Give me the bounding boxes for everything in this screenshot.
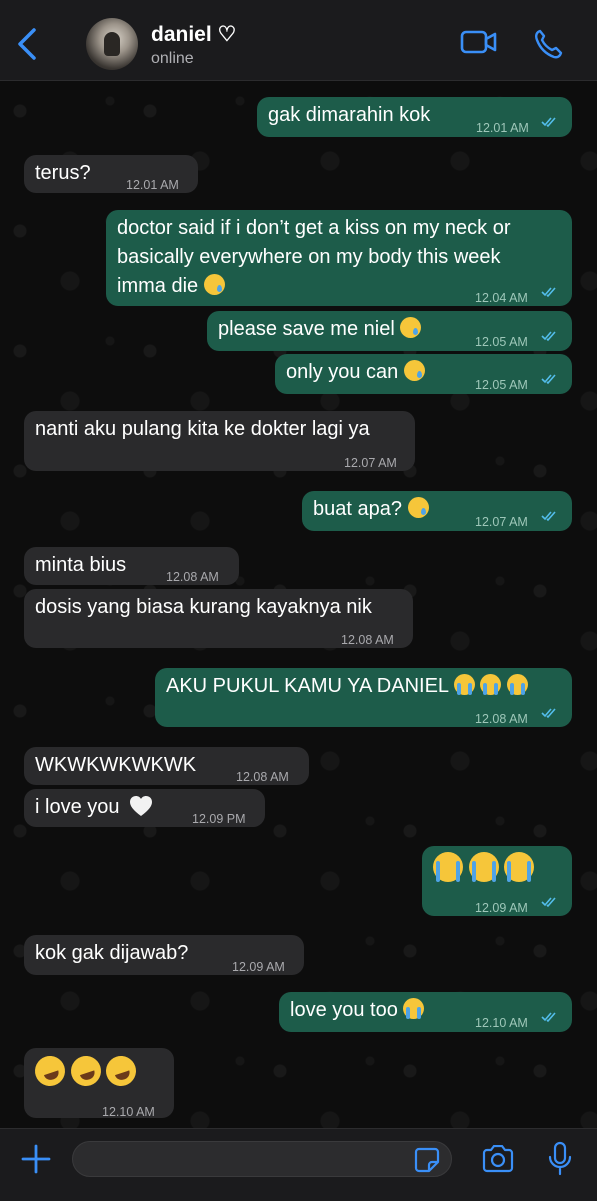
read-receipt-icon [541,117,556,128]
message-bubble-incoming[interactable]: terus? 12.01 AM [24,155,198,193]
message-text: buat apa? [313,498,402,520]
message-time: 12.05 AM [475,378,528,392]
message-text: gak dimarahin kok [268,104,431,126]
message-text: dosis yang biasa kurang kayaknya nik [35,596,372,618]
crying-face-icon [400,317,422,338]
phone-icon[interactable] [533,28,563,60]
message-text: i love you [35,796,120,818]
message-text-line: basically everywhere on my body this wee… [117,246,501,268]
crying-face-icon [403,360,425,381]
message-bubble-outgoing[interactable]: doctor said if i don’t get a kiss on my … [106,210,572,306]
message-time: 12.09 PM [192,812,246,826]
message-time: 12.09 AM [475,901,528,915]
message-bubble-incoming[interactable]: nanti aku pulang kita ke dokter lagi ya … [24,411,415,471]
message-bubble-incoming[interactable]: minta bius 12.08 AM [24,547,239,585]
message-text: please save me niel [218,318,395,340]
rolling-on-floor-laughing-icon [102,1052,141,1090]
white-heart-icon [130,796,153,816]
message-bubble-incoming[interactable]: i love you 12.09 PM [24,789,265,827]
read-receipt-icon [541,897,556,908]
message-time: 12.07 AM [475,515,528,529]
message-time: 12.10 AM [102,1105,155,1119]
message-text: kok gak dijawab? [35,942,189,964]
read-receipt-icon [541,708,556,719]
message-time: 12.05 AM [475,335,528,349]
message-input-bar [0,1128,597,1201]
contact-name[interactable]: daniel ♡ [151,22,236,47]
microphone-icon[interactable] [547,1141,573,1177]
message-text: minta bius [35,554,127,576]
loudly-crying-face-icon [403,998,425,1019]
back-chevron-icon[interactable] [14,26,42,62]
read-receipt-icon [541,374,556,385]
read-receipt-icon [541,287,556,298]
message-time: 12.08 AM [166,570,219,584]
message-time: 12.07 AM [344,456,397,470]
message-time: 12.10 AM [475,1016,528,1030]
loudly-crying-face-icon [468,852,499,882]
message-bubble-incoming[interactable]: kok gak dijawab? 12.09 AM [24,935,304,975]
loudly-crying-face-icon [504,852,535,882]
read-receipt-icon [541,331,556,342]
message-text: terus? [35,162,91,184]
message-bubble-incoming[interactable]: WKWKWKWKWK 12.08 AM [24,747,309,785]
chat-area[interactable]: gak dimarahin kok 12.01 AM terus? 12.01 … [0,81,597,1128]
message-bubble-outgoing[interactable]: gak dimarahin kok 12.01 AM [257,97,572,137]
message-text: nanti aku pulang kita ke dokter lagi ya [35,418,370,440]
message-bubble-incoming[interactable]: 12.10 AM [24,1048,174,1119]
chat-header: daniel ♡ online [0,0,597,81]
message-time: 12.01 AM [476,121,529,135]
message-bubble-outgoing[interactable]: buat apa? 12.07 AM [302,491,572,531]
loudly-crying-face-icon [480,674,502,695]
message-bubble-outgoing[interactable]: only you can 12.05 AM [275,354,572,394]
message-bubble-outgoing[interactable]: AKU PUKUL KAMU YA DANIEL 12.08 AM [155,668,572,727]
camera-icon[interactable] [481,1145,515,1173]
message-time: 12.09 AM [232,960,285,974]
loudly-crying-face-icon [507,674,529,695]
message-text: AKU PUKUL KAMU YA DANIEL [166,675,449,697]
loudly-crying-face-icon [453,674,475,695]
rolling-on-floor-laughing-icon [66,1052,105,1090]
message-text-line: doctor said if i don’t get a kiss on my … [117,217,511,239]
rolling-on-floor-laughing-icon [31,1052,69,1090]
loudly-crying-face-icon [433,852,463,882]
message-input[interactable] [72,1141,452,1177]
video-call-icon[interactable] [460,28,498,56]
sticker-icon[interactable] [414,1147,440,1173]
message-bubble-outgoing[interactable]: please save me niel 12.05 AM [207,311,572,351]
message-bubble-incoming[interactable]: dosis yang biasa kurang kayaknya nik 12.… [24,589,413,648]
crying-face-icon [407,497,429,518]
contact-status: online [151,50,194,67]
message-time: 12.04 AM [475,291,528,305]
message-text: only you can [286,361,399,383]
avatar[interactable] [86,18,138,70]
read-receipt-icon [541,1012,556,1023]
message-time: 12.08 AM [341,633,394,647]
message-time: 12.08 AM [475,712,528,726]
message-time: 12.01 AM [126,178,179,192]
message-bubble-outgoing[interactable]: 12.09 AM [422,846,572,916]
message-text: WKWKWKWKWK [35,754,197,776]
message-text: love you too [290,999,398,1021]
plus-icon[interactable] [20,1143,52,1175]
crying-face-icon [203,274,225,295]
message-time: 12.08 AM [236,770,289,784]
read-receipt-icon [541,511,556,522]
message-text-line: imma die [117,275,199,297]
message-bubble-outgoing[interactable]: love you too 12.10 AM [279,992,572,1032]
